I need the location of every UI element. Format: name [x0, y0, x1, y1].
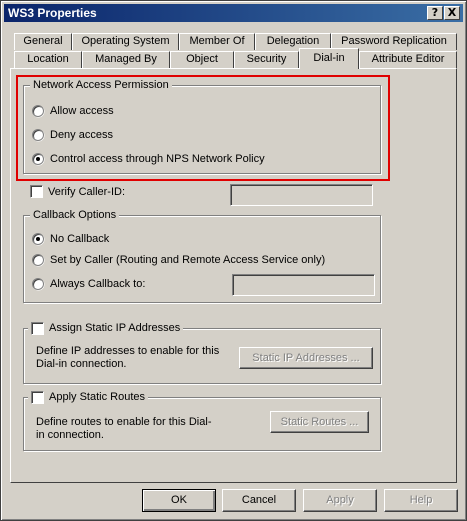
- radio-indicator[interactable]: [32, 254, 44, 266]
- tab-attribute-editor[interactable]: Attribute Editor: [359, 51, 457, 68]
- tab-managed-by[interactable]: Managed By: [82, 51, 170, 68]
- static-routes-button[interactable]: Static Routes ...: [270, 411, 369, 433]
- static-routes-description: Define routes to enable for this Dial-in…: [36, 416, 212, 441]
- callback-options-legend: Callback Options: [30, 208, 120, 222]
- callback-number-input[interactable]: [232, 274, 375, 296]
- always-callback-radio[interactable]: Always Callback to:: [32, 278, 145, 290]
- static-ip-legend[interactable]: Assign Static IP Addresses: [28, 321, 184, 335]
- verify-caller-id-checkbox[interactable]: Verify Caller-ID:: [30, 185, 125, 198]
- always-callback-label: Always Callback to:: [50, 278, 146, 290]
- static-routes-label: Apply Static Routes: [49, 391, 145, 403]
- help-icon[interactable]: ?: [427, 6, 443, 20]
- static-routes-checkbox[interactable]: [31, 390, 44, 404]
- radio-indicator[interactable]: [32, 233, 44, 245]
- help-button[interactable]: Help: [384, 489, 458, 512]
- no-callback-label: No Callback: [50, 233, 110, 245]
- checkbox-indicator[interactable]: [30, 185, 43, 198]
- window-title: WS3 Properties: [8, 6, 97, 20]
- static-ip-group: Assign Static IP Addresses Define IP add…: [23, 321, 381, 384]
- callback-options-group: Callback Options No Callback Set by Call…: [23, 208, 381, 303]
- set-by-caller-label: Set by Caller (Routing and Remote Access…: [50, 254, 326, 266]
- static-ip-addresses-button[interactable]: Static IP Addresses ...: [239, 347, 373, 369]
- static-ip-checkbox[interactable]: [31, 321, 44, 335]
- no-callback-radio[interactable]: No Callback: [32, 233, 109, 245]
- apply-button[interactable]: Apply: [303, 489, 377, 512]
- tab-dial-in[interactable]: Dial-in: [299, 48, 359, 69]
- tab-operating-system[interactable]: Operating System: [72, 33, 179, 50]
- caller-id-input[interactable]: [230, 184, 373, 206]
- close-icon[interactable]: X: [444, 6, 460, 20]
- highlight-box: [16, 75, 390, 181]
- tab-location[interactable]: Location: [14, 51, 82, 68]
- properties-dialog: WS3 Properties ? X General Operating Sys…: [0, 0, 467, 521]
- tab-object[interactable]: Object: [170, 51, 234, 68]
- tab-member-of[interactable]: Member Of: [179, 33, 255, 50]
- static-ip-description: Define IP addresses to enable for this D…: [36, 345, 220, 370]
- radio-indicator[interactable]: [32, 278, 44, 290]
- static-ip-label: Assign Static IP Addresses: [49, 322, 181, 334]
- static-routes-group: Apply Static Routes Define routes to ena…: [23, 390, 381, 451]
- static-routes-legend[interactable]: Apply Static Routes: [28, 390, 148, 404]
- set-by-caller-radio[interactable]: Set by Caller (Routing and Remote Access…: [32, 254, 325, 266]
- cancel-button[interactable]: Cancel: [222, 489, 296, 512]
- ok-button[interactable]: OK: [142, 489, 216, 512]
- tab-general[interactable]: General: [14, 33, 72, 50]
- tab-security[interactable]: Security: [234, 51, 299, 68]
- title-bar[interactable]: WS3 Properties ? X: [4, 4, 463, 22]
- verify-caller-id-label: Verify Caller-ID:: [48, 185, 126, 198]
